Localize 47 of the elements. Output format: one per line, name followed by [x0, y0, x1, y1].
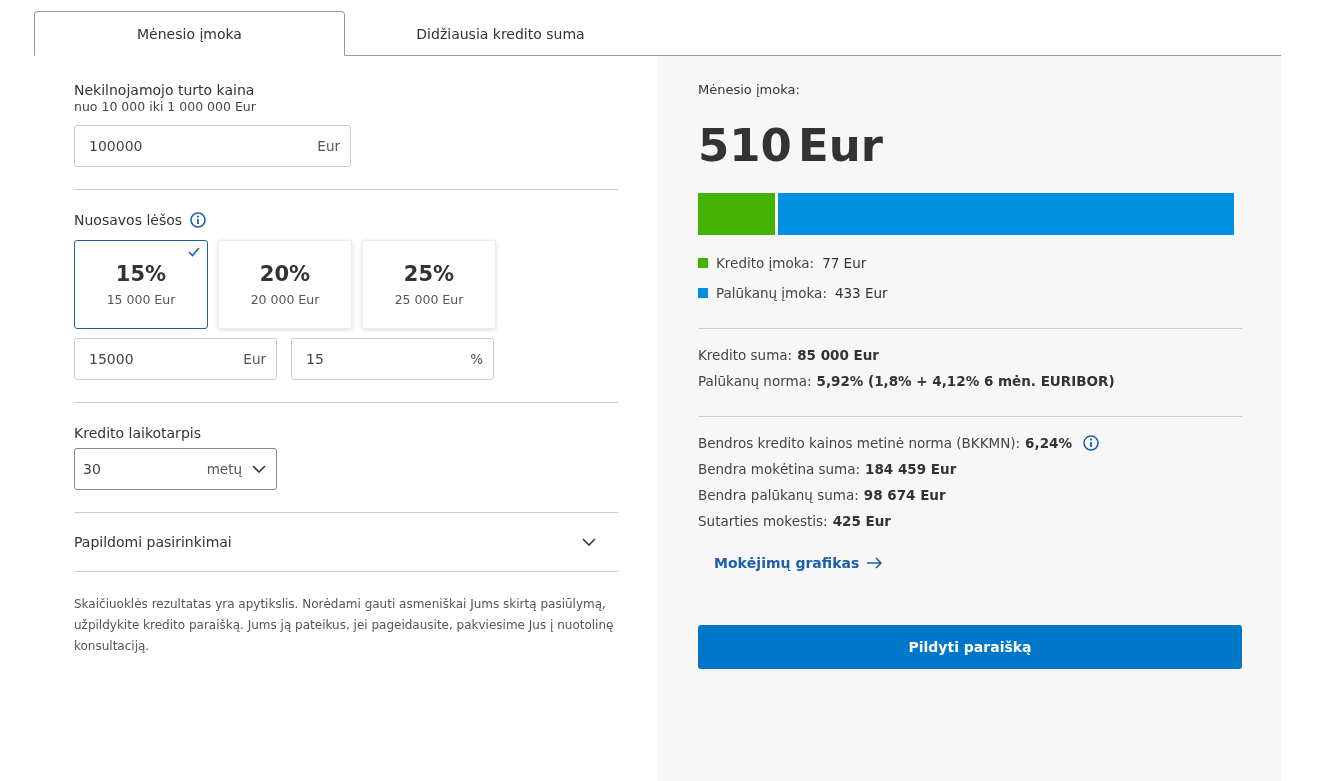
field-value: 15: [306, 351, 324, 367]
unit-label: %: [470, 351, 483, 367]
payment-amount: 510: [698, 119, 792, 172]
currency-label: Eur: [797, 119, 883, 172]
detail-value: 85 000 Eur: [797, 347, 879, 363]
input-field[interactable]: 100000 Eur: [74, 125, 351, 167]
checkmark-icon: [188, 247, 200, 257]
detail-label: Sutarties mokestis:: [698, 513, 828, 529]
legend-label: Palūkanų įmoka:: [716, 285, 827, 301]
detail-value: 184 459 Eur: [865, 461, 957, 477]
detail-label: Bendros kredito kainos metinė norma (BKKMN):: [698, 435, 1021, 451]
field-value: 100000: [89, 138, 143, 154]
disclaimer-text: Skaičiuoklės rezultatas yra apytikslis. Norėdami gauti asmeniškai Jums skirtą pasiūlymą, užpildykite kredito paraišką. Jums ją pateikus, jei pageidausite, pakviesime Jus į nuotolinę konsultaciją.: [74, 596, 615, 655]
detail-label: Kredito suma:: [698, 347, 793, 363]
field-value: 15000: [89, 351, 134, 367]
field-label: Nekilnojamojo turto kaina: [74, 82, 256, 98]
detail-label: Bendra mokėtina suma:: [698, 461, 861, 477]
input-field[interactable]: 15 %: [291, 338, 494, 380]
field-hint: nuo 10 000 iki 1 000 000 Eur: [74, 99, 257, 114]
field-label: Nuosavos lėšos: [74, 212, 183, 228]
unit-label: Eur: [317, 138, 340, 154]
legend-label: Kredito įmoka:: [716, 255, 815, 271]
accordion-header[interactable]: Papildomi pasirinkimai: [74, 534, 232, 550]
input-field[interactable]: 15000 Eur: [74, 338, 277, 380]
detail-label: Bendra palūkanų suma:: [698, 487, 859, 503]
percent-option[interactable]: 20% 20 000 Eur: [218, 240, 352, 329]
detail-value: 6,24%: [1025, 435, 1072, 451]
field-value: 30: [83, 461, 101, 477]
detail-value: 425 Eur: [832, 513, 891, 529]
chevron-down-icon: [252, 465, 266, 473]
field-label: Kredito laikotarpis: [74, 425, 202, 441]
legend-value: 77 Eur: [822, 255, 867, 271]
detail-label: Palūkanų norma:: [698, 373, 812, 389]
legend-value: 433 Eur: [834, 285, 888, 301]
unit-label: metų: [206, 461, 242, 477]
schedule-link[interactable]: Mokėjimų grafikas: [714, 555, 884, 571]
percent-option[interactable]: 15% 15 000 Eur: [74, 240, 208, 329]
unit-label: Eur: [243, 351, 266, 367]
percent-option[interactable]: 25% 25 000 Eur: [362, 240, 496, 329]
apply-button[interactable]: Pildyti paraišką: [698, 625, 1242, 669]
select-field[interactable]: 30 metų: [74, 448, 277, 490]
arrow-right-icon: [867, 557, 884, 569]
detail-value: 5,92% (1,8% + 4,12% 6 mėn. EURIBOR): [816, 373, 1115, 389]
tab[interactable]: Mėnesio įmoka: [34, 11, 345, 56]
tab[interactable]: Didžiausia kredito suma: [345, 11, 656, 56]
detail-value: 98 674 Eur: [863, 487, 946, 503]
result-title: Mėnesio įmoka:: [698, 82, 801, 97]
